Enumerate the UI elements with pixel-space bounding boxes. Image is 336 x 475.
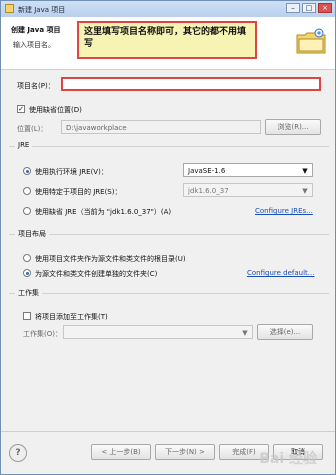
jre-exec-env-radio[interactable] (23, 167, 31, 175)
use-default-location-checkbox[interactable]: ✓ (17, 105, 25, 113)
window-icon (5, 4, 14, 13)
jre-exec-env-value: JavaSE-1.6 (188, 167, 226, 175)
jre-project-specific-radio[interactable] (23, 187, 31, 195)
jre-group-title: JRE (15, 141, 33, 149)
jre-exec-env-label: 使用执行环境 JRE(V)： (35, 168, 108, 176)
jre-default-radio[interactable] (23, 207, 31, 215)
layout-separate-folders-radio[interactable] (23, 269, 31, 277)
jre-project-specific-label: 使用特定于项目的 JRE(S)： (35, 188, 122, 196)
window-titlebar: 新建 Java 项目 – □ × (1, 1, 335, 18)
project-layout-group-title: 项目布局 (15, 229, 49, 239)
use-default-location-label: 使用缺省位置(D) (29, 106, 82, 114)
select-working-sets-button[interactable]: 选择(e)... (257, 324, 313, 340)
window-title: 新建 Java 项目 (18, 6, 66, 14)
baidu-jingyan-watermark: Bai 经验 (259, 451, 317, 467)
dropdown-arrow-icon: ▼ (302, 167, 308, 175)
project-name-field[interactable] (61, 77, 321, 91)
minimize-button[interactable]: – (286, 3, 300, 13)
jre-exec-env-select[interactable]: JavaSE-1.6 ▼ (183, 163, 313, 177)
jre-default-label: 使用缺省 JRE（当前为 "jdk1.6.0_37"）(A) (35, 208, 172, 216)
working-sets-select[interactable]: ▼ (63, 325, 253, 339)
location-value: D:\javaworkplace (66, 124, 127, 132)
wizard-subtitle: 输入项目名。 (13, 41, 55, 49)
location-label: 位置(L)： (17, 125, 48, 133)
dropdown-arrow-icon: ▼ (242, 329, 248, 337)
configure-default-link[interactable]: Configure default... (247, 269, 314, 277)
wizard-footer: ? < 上一步(B) 下一步(N) > 完成(F) 取消 Bai 经验 (1, 431, 335, 474)
instruction-callout: 这里填写项目名称即可，其它的都不用填写 (77, 21, 257, 59)
add-to-working-set-label: 将项目添加至工作集(T) (35, 313, 108, 321)
location-field[interactable]: D:\javaworkplace (61, 120, 261, 134)
help-icon[interactable]: ? (9, 444, 27, 462)
configure-jres-link[interactable]: Configure JREs... (255, 207, 313, 215)
close-button[interactable]: × (318, 3, 332, 13)
layout-separate-folders-label: 为源文件和类文件创建单独的文件夹(C) (35, 270, 158, 278)
wizard-title: 创建 Java 项目 (11, 26, 61, 34)
jre-project-specific-select[interactable]: jdk1.6.0_37 ▼ (183, 183, 313, 197)
back-button[interactable]: < 上一步(B) (91, 444, 151, 460)
jre-project-specific-value: jdk1.6.0_37 (188, 187, 229, 195)
new-java-project-dialog: 新建 Java 项目 – □ × 创建 Java 项目 输入项目名。 这里填写项… (0, 0, 336, 475)
working-sets-label: 工作集(O)： (23, 330, 62, 338)
project-name-label: 项目名(P)： (17, 82, 55, 90)
layout-root-radio[interactable] (23, 254, 31, 262)
next-button[interactable]: 下一步(N) > (155, 444, 215, 460)
browse-button[interactable]: 浏览(R)... (265, 119, 321, 135)
java-project-folder-icon (296, 28, 326, 54)
layout-root-label: 使用项目文件夹作为源文件和类文件的根目录(U) (35, 255, 186, 263)
maximize-button[interactable]: □ (302, 3, 316, 13)
working-sets-group-title: 工作集 (15, 288, 42, 298)
add-to-working-set-checkbox[interactable] (23, 312, 31, 320)
dropdown-arrow-icon: ▼ (302, 187, 308, 195)
window-controls: – □ × (286, 3, 332, 13)
